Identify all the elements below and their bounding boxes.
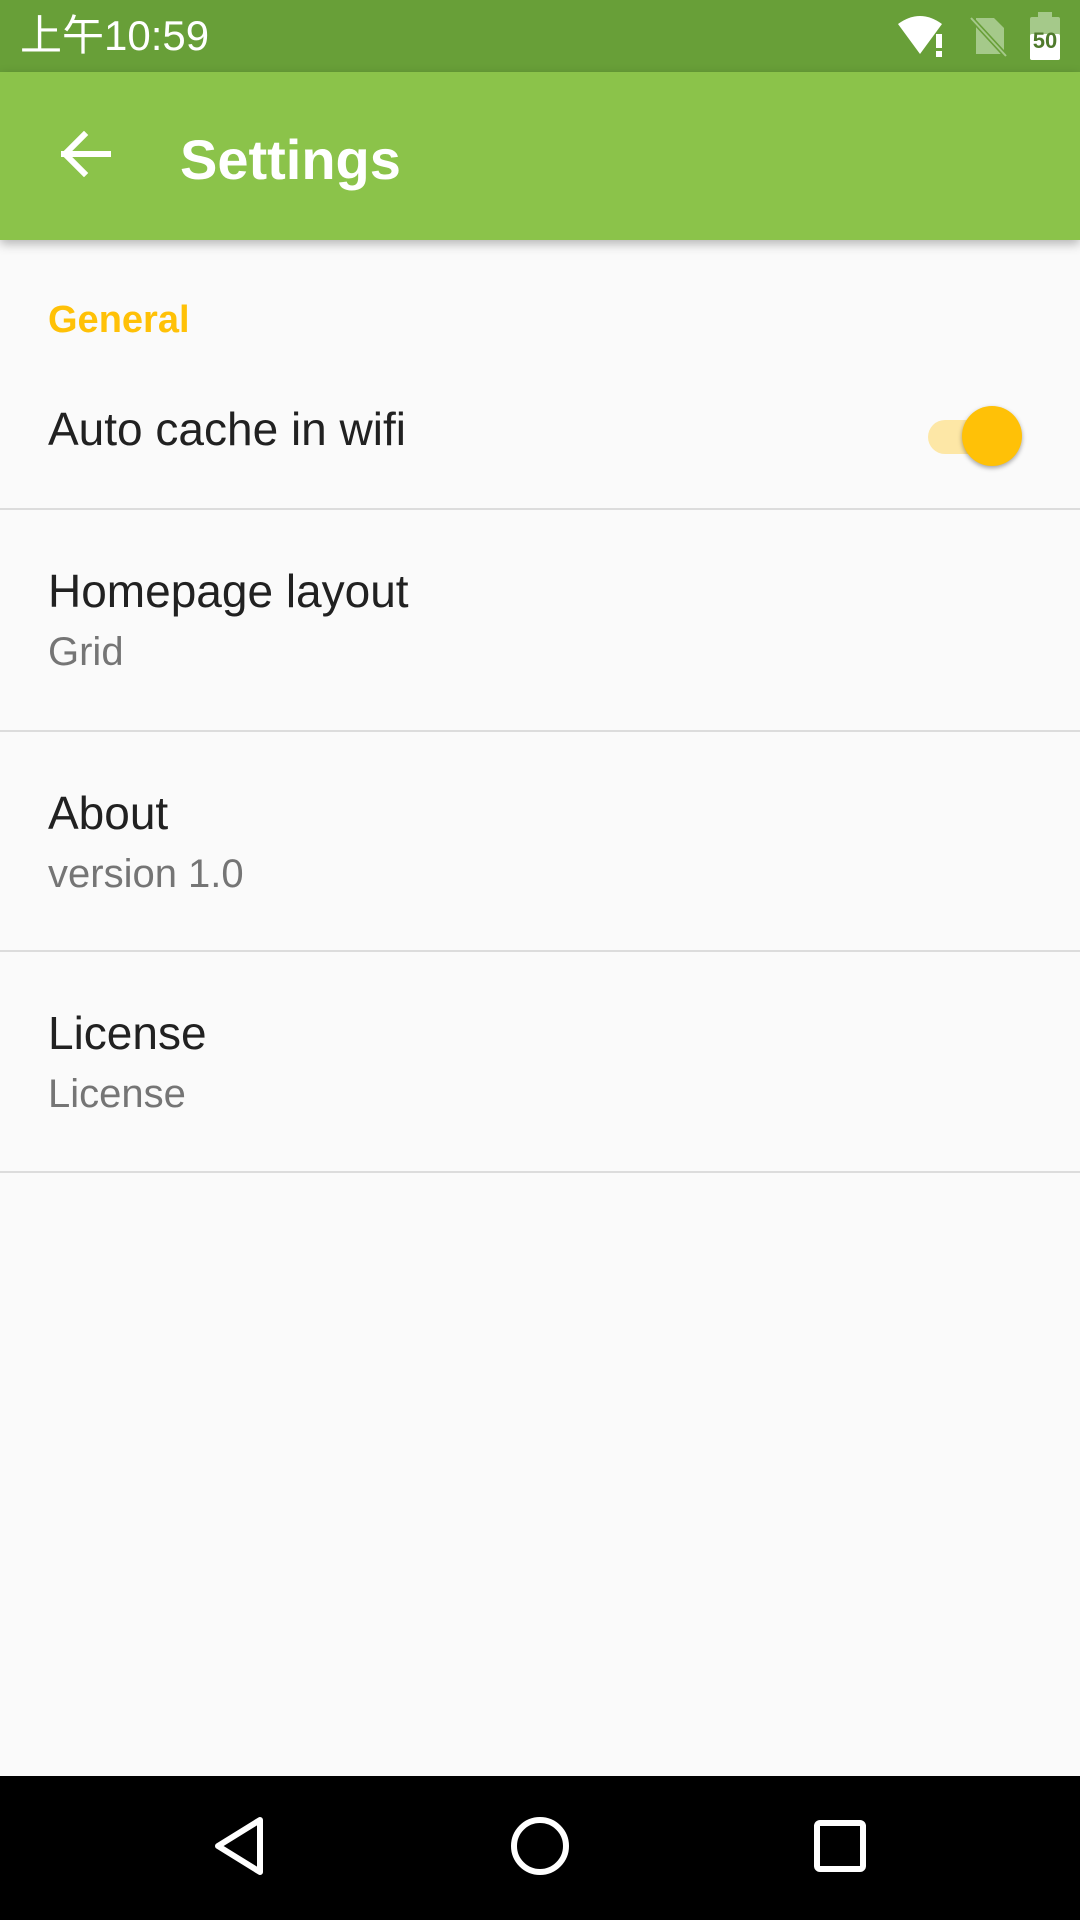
nav-back-icon — [210, 1814, 270, 1883]
battery-icon: 50 — [1028, 12, 1062, 60]
nav-recents-button[interactable] — [790, 1798, 890, 1898]
pref-license-summary: License — [48, 1072, 186, 1116]
pref-homepage-layout-summary: Grid — [48, 630, 124, 674]
arrow-back-icon — [60, 130, 112, 182]
page-title: Settings — [180, 128, 401, 191]
no-sim-icon — [968, 14, 1008, 58]
status-bar: 上午10:59 50 — [0, 0, 1080, 72]
section-header-general: General — [48, 299, 190, 341]
app-bar: Settings — [0, 72, 1080, 240]
nav-home-icon — [508, 1814, 572, 1883]
battery-level: 50 — [1032, 28, 1058, 53]
pref-about-summary: version 1.0 — [48, 852, 244, 896]
wifi-alert-icon — [896, 14, 948, 58]
pref-homepage-layout-title: Homepage layout — [48, 565, 409, 617]
pref-about[interactable]: About version 1.0 — [0, 732, 1080, 952]
pref-auto-cache[interactable]: Auto cache in wifi — [0, 348, 1080, 510]
pref-license-title: License — [48, 1007, 207, 1059]
navigation-bar — [0, 1776, 1080, 1920]
back-button[interactable] — [46, 116, 126, 196]
nav-home-button[interactable] — [490, 1798, 590, 1898]
pref-license[interactable]: License License — [0, 952, 1080, 1173]
pref-homepage-layout[interactable]: Homepage layout Grid — [0, 510, 1080, 732]
nav-back-button[interactable] — [190, 1798, 290, 1898]
pref-about-title: About — [48, 787, 169, 839]
status-icons: 50 — [896, 12, 1062, 60]
nav-recents-icon — [812, 1818, 868, 1879]
pref-auto-cache-title: Auto cache in wifi — [48, 403, 406, 455]
auto-cache-switch[interactable] — [926, 404, 1022, 466]
status-time: 上午10:59 — [20, 12, 210, 59]
switch-thumb — [962, 406, 1022, 466]
